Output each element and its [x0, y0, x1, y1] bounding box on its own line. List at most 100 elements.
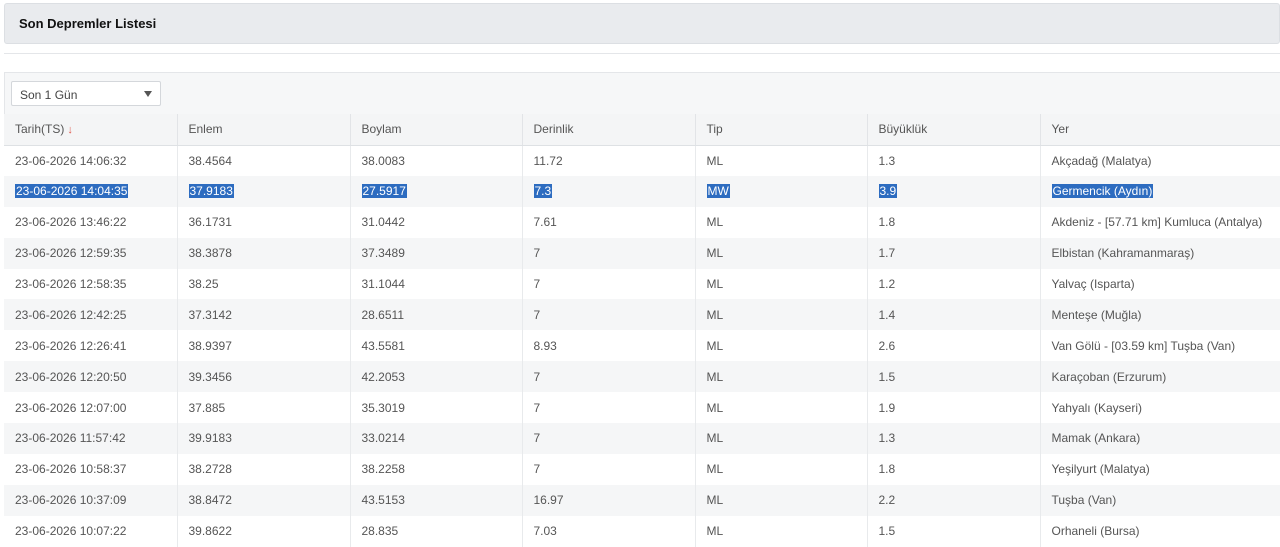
- cell-text: 23-06-2026 10:07:22: [15, 524, 127, 539]
- table-row[interactable]: 23-06-2026 12:07:00 37.885 35.3019 7 ML 1.9 Ya…: [4, 392, 1280, 424]
- cell-text: 1.5: [878, 524, 896, 539]
- column-header-location[interactable]: Yer: [1039, 114, 1280, 146]
- cell-text: 1.8: [878, 215, 896, 230]
- cell-location: Akdeniz - [57.71 km] Kumluca (Antalya): [1039, 206, 1280, 238]
- cell-type: ML: [694, 330, 867, 362]
- cell-text: 39.3456: [188, 369, 232, 384]
- column-header-depth[interactable]: Derinlik: [521, 114, 695, 146]
- table-body: 23-06-2026 14:06:32 38.4564 38.0083 11.72 ML…: [4, 145, 1280, 547]
- cell-text: 43.5581: [361, 338, 405, 353]
- cell-date: 23-06-2026 12:07:00: [4, 392, 177, 424]
- cell-longitude: 42.2053: [349, 361, 522, 393]
- cell-text: 37.3142: [188, 307, 232, 322]
- cell-longitude: 27.5917: [349, 175, 522, 207]
- cell-text: 1.3: [878, 431, 896, 446]
- cell-magnitude: 1.8: [866, 206, 1040, 238]
- cell-text: 8.93: [533, 338, 557, 353]
- table-row[interactable]: 23-06-2026 12:58:35 38.25 31.1044 7 ML 1.2 Yal…: [4, 268, 1280, 300]
- cell-text: 1.9: [878, 400, 896, 415]
- table-row[interactable]: 23-06-2026 10:07:22 39.8622 28.835 7.03 ML 1.…: [4, 515, 1280, 547]
- cell-text: 16.97: [533, 493, 564, 508]
- cell-text: 23-06-2026 12:20:50: [15, 369, 127, 384]
- sort-down-icon[interactable]: ↓: [67, 124, 73, 136]
- earthquake-table-container: Tarih(TS) ↓ Enlem Boylam Derinlik Tip Büy…: [4, 114, 1280, 547]
- cell-text: 7.03: [533, 524, 557, 539]
- column-header-label: Tip: [706, 122, 723, 137]
- cell-text: 35.3019: [361, 400, 405, 415]
- divider: [4, 53, 1280, 54]
- table-row[interactable]: 23-06-2026 10:37:09 38.8472 43.5153 16.97 ML…: [4, 484, 1280, 516]
- cell-text: 1.5: [878, 369, 896, 384]
- cell-location: Germencik (Aydın): [1039, 175, 1280, 207]
- cell-type: MW: [694, 175, 867, 207]
- cell-text: Van Gölü - [03.59 km] Tuşba (Van): [1051, 338, 1236, 353]
- cell-location: Yalvaç (Isparta): [1039, 268, 1280, 300]
- cell-text: 38.2728: [188, 462, 232, 477]
- cell-magnitude: 1.2: [866, 268, 1040, 300]
- cell-text: 39.9183: [188, 431, 232, 446]
- cell-text: Yalvaç (Isparta): [1051, 277, 1135, 291]
- column-header-date[interactable]: Tarih(TS) ↓: [4, 114, 177, 146]
- cell-location: Elbistan (Kahramanmaraş): [1039, 237, 1280, 269]
- cell-text: 23-06-2026 10:58:37: [15, 462, 127, 477]
- earthquake-table: Tarih(TS) ↓ Enlem Boylam Derinlik Tip Büy…: [4, 114, 1280, 547]
- cell-text: 1.2: [878, 277, 896, 291]
- cell-text: 23-06-2026 12:26:41: [15, 338, 127, 353]
- cell-text: ML: [706, 338, 724, 353]
- cell-text: 42.2053: [361, 369, 405, 384]
- cell-text: 7.61: [533, 215, 557, 230]
- cell-text: 27.5917: [361, 184, 407, 199]
- cell-depth: 7.3: [521, 175, 695, 207]
- cell-text: ML: [706, 400, 724, 415]
- cell-text: 7.3: [533, 184, 553, 199]
- cell-longitude: 31.0442: [349, 206, 522, 238]
- column-header-type[interactable]: Tip: [694, 114, 867, 146]
- cell-longitude: 38.0083: [349, 145, 522, 176]
- cell-text: 38.4564: [188, 153, 232, 168]
- table-row[interactable]: 23-06-2026 12:42:25 37.3142 28.6511 7 ML 1.4 M…: [4, 299, 1280, 331]
- table-row[interactable]: 23-06-2026 10:58:37 38.2728 38.2258 7 ML 1.8 Y…: [4, 453, 1280, 485]
- caret-down-icon[interactable]: [144, 91, 152, 97]
- cell-latitude: 39.9183: [176, 423, 350, 454]
- cell-depth: 7.03: [521, 515, 695, 547]
- cell-text: 7: [533, 462, 541, 477]
- cell-longitude: 33.0214: [349, 423, 522, 454]
- column-header-magnitude[interactable]: Büyüklük: [866, 114, 1040, 146]
- column-header-latitude[interactable]: Enlem: [176, 114, 350, 146]
- cell-text: 38.2258: [361, 462, 405, 477]
- cell-magnitude: 1.4: [866, 299, 1040, 331]
- cell-depth: 16.97: [521, 484, 695, 516]
- table-row[interactable]: 23-06-2026 12:20:50 39.3456 42.2053 7 ML 1.5 K…: [4, 361, 1280, 393]
- cell-text: 2.6: [878, 338, 896, 353]
- cell-location: Tuşba (Van): [1039, 484, 1280, 516]
- column-header-longitude[interactable]: Boylam: [349, 114, 522, 146]
- table-row[interactable]: 23-06-2026 11:57:42 39.9183 33.0214 7 ML 1.3 M…: [4, 423, 1280, 454]
- cell-text: 3.9: [878, 184, 898, 199]
- table-row[interactable]: 23-06-2026 14:06:32 38.4564 38.0083 11.72 ML…: [4, 145, 1280, 176]
- table-row[interactable]: 23-06-2026 14:04:35 37.9183 27.5917 7.3 MW 3.…: [4, 175, 1280, 207]
- cell-text: ML: [706, 524, 724, 539]
- cell-location: Orhaneli (Bursa): [1039, 515, 1280, 547]
- cell-magnitude: 1.8: [866, 453, 1040, 485]
- cell-text: Elbistan (Kahramanmaraş): [1051, 246, 1195, 261]
- table-row[interactable]: 23-06-2026 13:46:22 36.1731 31.0442 7.61 ML 1…: [4, 206, 1280, 238]
- cell-depth: 7: [521, 268, 695, 300]
- cell-text: Tuşba (Van): [1051, 493, 1117, 508]
- cell-latitude: 38.2728: [176, 453, 350, 485]
- column-header-label: Boylam: [361, 122, 402, 137]
- cell-text: 1.3: [878, 153, 896, 168]
- table-row[interactable]: 23-06-2026 12:26:41 38.9397 43.5581 8.93 ML 2…: [4, 330, 1280, 362]
- cell-text: 23-06-2026 12:07:00: [15, 400, 127, 415]
- cell-latitude: 37.885: [176, 392, 350, 424]
- table-row[interactable]: 23-06-2026 12:59:35 38.3878 37.3489 7 ML 1.7 E…: [4, 237, 1280, 269]
- cell-latitude: 39.3456: [176, 361, 350, 393]
- cell-text: 1.8: [878, 462, 896, 477]
- cell-date: 23-06-2026 14:06:32: [4, 145, 177, 176]
- time-range-select[interactable]: Son 1 Gün: [11, 81, 161, 106]
- cell-depth: 7: [521, 361, 695, 393]
- cell-text: 38.0083: [361, 153, 405, 168]
- cell-text: ML: [706, 277, 724, 291]
- cell-type: ML: [694, 392, 867, 424]
- cell-location: Karaçoban (Erzurum): [1039, 361, 1280, 393]
- cell-depth: 7: [521, 299, 695, 331]
